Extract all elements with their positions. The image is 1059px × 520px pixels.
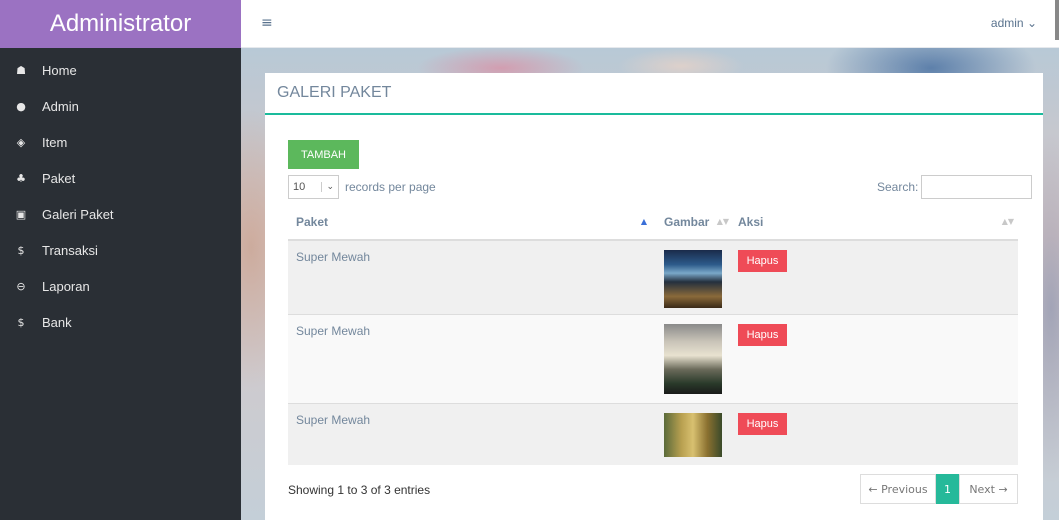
top-navbar: ≡ admin ⌄ bbox=[241, 0, 1059, 48]
gambar-cell bbox=[656, 402, 730, 465]
sidebar-item-bank[interactable]: $ Bank bbox=[0, 304, 241, 340]
sidebar-item-label: Paket bbox=[42, 170, 76, 186]
table-row: Super Mewah Hapus bbox=[288, 239, 1018, 314]
sidebar-item-transaksi[interactable]: $ Transaksi bbox=[0, 232, 241, 268]
scrollbar[interactable] bbox=[1055, 0, 1059, 40]
column-header-gambar[interactable]: Gambar ▲▼ bbox=[656, 204, 730, 241]
home-icon: ☗ bbox=[16, 63, 26, 77]
aksi-cell: Hapus bbox=[730, 313, 1018, 403]
dollar-icon: $ bbox=[17, 315, 25, 329]
page-1-button[interactable]: 1 bbox=[936, 474, 959, 504]
dollar-icon: $ bbox=[17, 243, 25, 257]
search-box: Search: bbox=[877, 175, 1033, 199]
records-per-page-label: records per page bbox=[345, 180, 436, 194]
column-header-aksi[interactable]: Aksi ▲▼ bbox=[730, 204, 1018, 241]
pagination: ← Previous 1 Next → bbox=[860, 474, 1018, 504]
paket-cell: Super Mewah bbox=[288, 313, 656, 403]
table-row: Super Mewah Hapus bbox=[288, 402, 1018, 465]
sidebar-item-label: Item bbox=[42, 134, 68, 150]
gambar-cell bbox=[656, 313, 730, 403]
sidebar-menu: ☗ Home ● Admin ◈ Item ♣ Paket ▣ Galeri P… bbox=[0, 48, 241, 340]
delete-button[interactable]: Hapus bbox=[738, 323, 787, 346]
chevron-down-icon: ⌄ bbox=[321, 182, 334, 192]
gambar-cell bbox=[656, 239, 730, 314]
select-value: 10 bbox=[293, 181, 306, 193]
sidebar-item-label: Transaksi bbox=[42, 242, 98, 258]
sort-asc-icon: ▲ bbox=[640, 217, 647, 226]
group-icon: ♣ bbox=[16, 171, 26, 185]
table-info: Showing 1 to 3 of 3 entries bbox=[288, 483, 431, 497]
sidebar-item-label: Admin bbox=[42, 98, 79, 114]
table-row: Super Mewah Hapus bbox=[288, 313, 1018, 403]
user-menu[interactable]: admin ⌄ bbox=[991, 16, 1037, 30]
sidebar-item-label: Galeri Paket bbox=[42, 206, 114, 222]
sidebar-item-laporan[interactable]: ⊖ Laporan bbox=[0, 268, 241, 304]
previous-page-button[interactable]: ← Previous bbox=[860, 474, 936, 504]
sidebar-item-label: Home bbox=[42, 62, 77, 78]
search-input[interactable] bbox=[921, 175, 1033, 199]
sort-icon: ▲▼ bbox=[1001, 217, 1014, 226]
paket-cell: Super Mewah bbox=[288, 402, 656, 465]
add-button[interactable]: TAMBAH bbox=[288, 140, 359, 169]
image-icon: ▣ bbox=[15, 207, 27, 221]
menu-toggle-icon[interactable]: ≡ bbox=[261, 15, 273, 31]
records-per-page: 10 ⌄ records per page bbox=[288, 175, 436, 199]
sidebar-item-label: Laporan bbox=[42, 278, 90, 294]
galeri-table: Paket ▲ Gambar ▲▼ Aksi ▲▼ Super Mewah Ha… bbox=[288, 204, 1018, 465]
galeri-panel: GALERI PAKET TAMBAH 10 ⌄ records per pag… bbox=[265, 73, 1043, 520]
shield-icon: ◈ bbox=[16, 135, 26, 149]
records-per-page-select[interactable]: 10 ⌄ bbox=[288, 175, 339, 199]
aksi-cell: Hapus bbox=[730, 239, 1018, 314]
sidebar-item-admin[interactable]: ● Admin bbox=[0, 88, 241, 124]
user-icon: ● bbox=[16, 99, 26, 113]
gallery-thumbnail[interactable] bbox=[664, 323, 722, 394]
gallery-thumbnail[interactable] bbox=[664, 412, 722, 457]
sort-icon: ▲▼ bbox=[716, 217, 729, 226]
brand-title[interactable]: Administrator bbox=[0, 0, 241, 48]
sidebar: Administrator ☗ Home ● Admin ◈ Item ♣ Pa… bbox=[0, 0, 241, 520]
search-label: Search: bbox=[877, 180, 919, 194]
delete-button[interactable]: Hapus bbox=[738, 412, 787, 435]
print-icon: ⊖ bbox=[16, 279, 26, 293]
column-header-paket[interactable]: Paket ▲ bbox=[288, 204, 656, 241]
table-header-row: Paket ▲ Gambar ▲▼ Aksi ▲▼ bbox=[288, 204, 1018, 241]
sidebar-item-paket[interactable]: ♣ Paket bbox=[0, 160, 241, 196]
paket-cell: Super Mewah bbox=[288, 239, 656, 314]
page-title: GALERI PAKET bbox=[265, 73, 1043, 115]
next-page-button[interactable]: Next → bbox=[959, 474, 1018, 504]
gallery-thumbnail[interactable] bbox=[664, 250, 722, 308]
delete-button[interactable]: Hapus bbox=[738, 250, 787, 272]
sidebar-item-label: Bank bbox=[42, 314, 72, 330]
aksi-cell: Hapus bbox=[730, 402, 1018, 465]
sidebar-item-item[interactable]: ◈ Item bbox=[0, 124, 241, 160]
sidebar-item-home[interactable]: ☗ Home bbox=[0, 52, 241, 88]
sidebar-item-galeri-paket[interactable]: ▣ Galeri Paket bbox=[0, 196, 241, 232]
